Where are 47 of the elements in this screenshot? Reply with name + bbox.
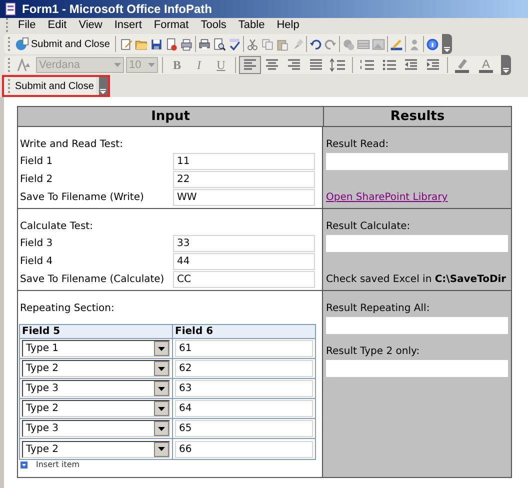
menu-item[interactable]: Insert <box>109 16 147 34</box>
sharepoint-link[interactable]: Open SharePoint Library <box>326 190 508 205</box>
input-field[interactable]: 63 <box>175 380 313 397</box>
input-field[interactable]: 22 <box>173 170 315 188</box>
column-header: Input <box>18 107 324 126</box>
input-field[interactable]: 65 <box>175 420 313 437</box>
column-header: Results <box>389 108 446 126</box>
dropdown[interactable]: Type 2 <box>22 440 170 458</box>
dropdown[interactable]: Type 2 <box>22 400 170 417</box>
field-label: Save To Filename (Calculate) <box>20 272 164 286</box>
input-field[interactable]: CC <box>173 270 315 288</box>
input-field[interactable]: 64 <box>175 400 313 417</box>
input-field[interactable]: 11 <box>173 152 315 170</box>
column-header: Field 5 <box>20 325 173 338</box>
dropdown[interactable]: Type 1 <box>22 340 170 357</box>
field-label: Field 2 <box>20 172 53 186</box>
window-title: Form1 - Microsoft Office InfoPath <box>22 1 212 18</box>
column-header: Field 6 <box>174 325 214 338</box>
field-label: Result Type 2 only: <box>326 346 421 358</box>
menu-item[interactable]: Edit <box>42 16 72 34</box>
menu-item[interactable]: View <box>74 16 108 34</box>
input-field[interactable]: 44 <box>173 252 315 270</box>
save-location-note: Check saved Excel in C:\SaveToDir <box>326 273 508 287</box>
menu-item[interactable]: Tools <box>196 16 232 34</box>
insert-item-link[interactable]: Insert item <box>36 459 80 471</box>
field-label: Result Calculate: <box>326 221 412 233</box>
menu-item[interactable]: File <box>13 16 41 34</box>
field-label: Result Read: <box>326 139 390 151</box>
input-field[interactable]: 66 <box>175 440 313 458</box>
field-label: Save To Filename (Write) <box>20 190 144 204</box>
input-field[interactable]: 62 <box>175 360 313 377</box>
section-title: Write and Read Test: <box>20 139 124 151</box>
input-field[interactable]: 61 <box>175 340 313 357</box>
input-field[interactable]: WW <box>173 188 315 206</box>
field-label: Field 1 <box>20 154 53 168</box>
input-field[interactable]: 33 <box>173 234 315 252</box>
dropdown[interactable]: Type 2 <box>22 360 170 377</box>
field-label: Result Repeating All: <box>326 303 431 315</box>
menu-item[interactable]: Help <box>272 16 304 34</box>
field-label: Field 4 <box>20 254 53 268</box>
section-title: Repeating Section: <box>19 303 116 315</box>
dropdown[interactable]: Type 3 <box>22 380 170 397</box>
field-label: Field 3 <box>20 236 53 250</box>
menu-item[interactable]: Table <box>233 16 270 34</box>
dropdown[interactable]: Type 3 <box>22 420 170 437</box>
menu-item[interactable]: Format <box>148 16 194 34</box>
section-title: Calculate Test: <box>20 221 94 233</box>
